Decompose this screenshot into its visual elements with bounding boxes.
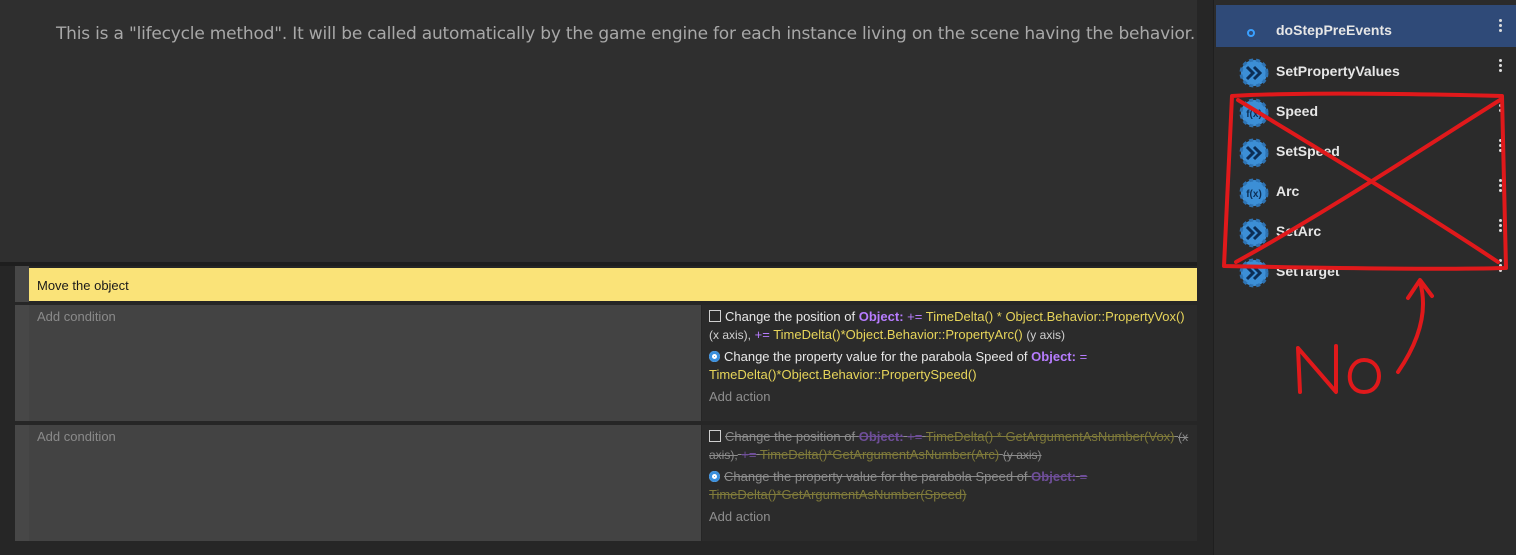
function-description-panel: This is a "lifecycle method". It will be… [0, 0, 1197, 266]
actions-area: Change the position of Object: += TimeDe… [702, 305, 1197, 421]
actions-area: Change the position of Object: += TimeDe… [702, 425, 1197, 541]
event-gutter[interactable] [15, 305, 29, 421]
more-options-icon[interactable] [1499, 99, 1503, 114]
comment-gutter[interactable] [15, 266, 29, 302]
more-options-icon[interactable] [1499, 179, 1503, 194]
events-editor: This is a "lifecycle method". It will be… [0, 0, 1213, 555]
add-action-button[interactable]: Add action [709, 388, 1190, 406]
function-description: This is a "lifecycle method". It will be… [56, 24, 1196, 44]
condition-area[interactable]: Add condition [29, 425, 701, 541]
position-icon [709, 430, 721, 442]
svg-text:f(x): f(x) [1246, 189, 1262, 200]
action-change-speed[interactable]: Change the property value for the parabo… [709, 468, 1190, 504]
vertical-scrollbar[interactable] [1197, 0, 1213, 555]
function-item-setspeed[interactable]: SetSpeed [1216, 125, 1516, 168]
action-change-speed[interactable]: Change the property value for the parabo… [709, 348, 1190, 384]
add-action-button[interactable]: Add action [709, 508, 1190, 526]
condition-area[interactable]: Add condition [29, 305, 701, 421]
action-change-position[interactable]: Change the position of Object: += TimeDe… [709, 428, 1190, 464]
functions-list: doStepPreEvents SetPropertyValues f(x) S… [1213, 0, 1516, 555]
more-options-icon[interactable] [1499, 139, 1503, 154]
more-options-icon[interactable] [1499, 219, 1503, 234]
add-condition-button[interactable]: Add condition [37, 309, 116, 324]
event-comment[interactable]: Move the object [29, 268, 1197, 301]
more-options-icon[interactable] [1499, 59, 1503, 74]
function-item-settarget[interactable]: SetTarget [1216, 245, 1516, 288]
behavior-gear-icon [709, 471, 720, 482]
more-options-icon[interactable] [1499, 19, 1503, 34]
action-change-position[interactable]: Change the position of Object: += TimeDe… [709, 308, 1190, 344]
add-condition-button[interactable]: Add condition [37, 429, 116, 444]
function-item-dosteppreevents[interactable]: doStepPreEvents [1216, 5, 1516, 47]
events-sheet: Move the object Add condition Change the… [0, 266, 1197, 555]
position-icon [709, 310, 721, 322]
function-item-speed[interactable]: f(x) Speed [1216, 85, 1516, 128]
behavior-gear-icon [709, 351, 720, 362]
function-item-setpropertyvalues[interactable]: SetPropertyValues [1216, 45, 1516, 88]
more-options-icon[interactable] [1499, 259, 1503, 274]
action-icon [1239, 258, 1269, 288]
function-item-setarc[interactable]: SetArc [1216, 205, 1516, 248]
function-item-arc[interactable]: f(x) Arc [1216, 165, 1516, 208]
svg-text:f(x): f(x) [1246, 109, 1262, 120]
event-gutter[interactable] [15, 425, 29, 541]
